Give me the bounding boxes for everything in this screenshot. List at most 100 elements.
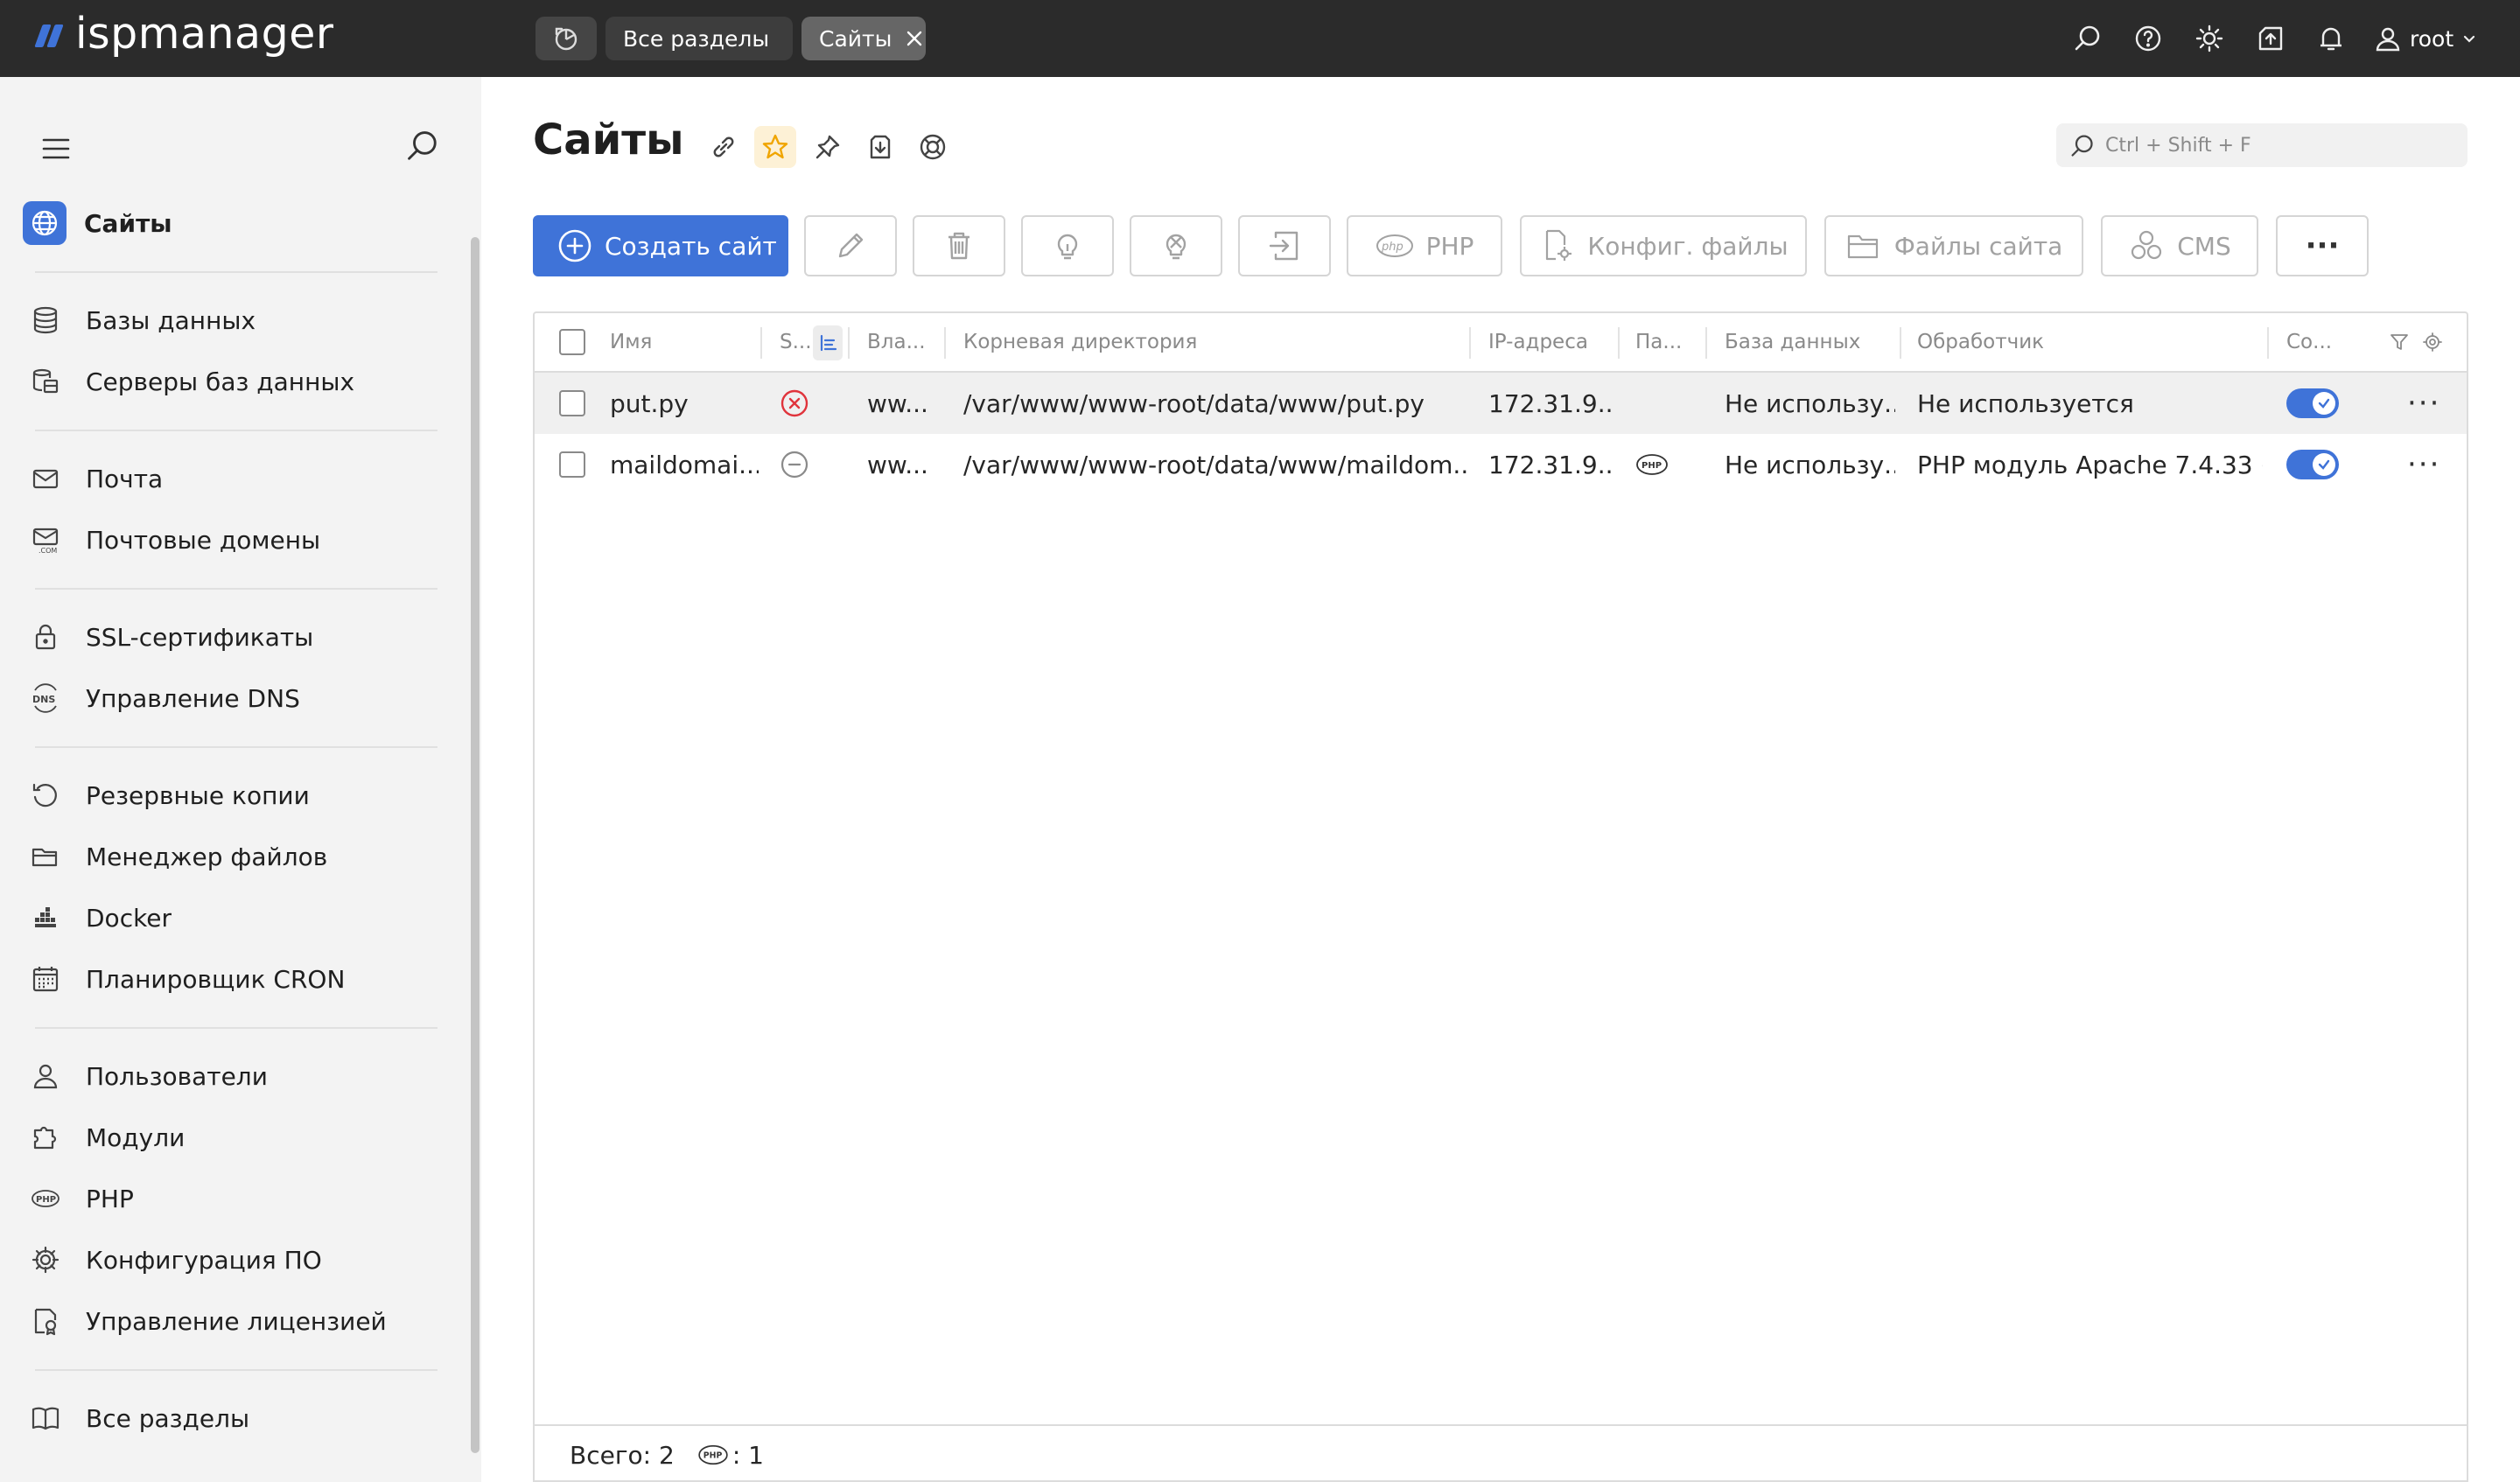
column-header-owner[interactable]: Вла... <box>867 313 926 371</box>
theme-button[interactable] <box>2190 19 2229 58</box>
sidebar-item-modules[interactable]: Модули <box>32 1111 443 1164</box>
close-icon[interactable] <box>906 30 923 47</box>
sidebar-item-users[interactable]: Пользователи <box>32 1050 443 1102</box>
sort-button[interactable] <box>813 325 843 360</box>
column-resizer[interactable] <box>944 327 946 359</box>
site-files-button[interactable]: Файлы сайта <box>1824 215 2083 276</box>
column-header-params[interactable]: Па... <box>1635 313 1682 371</box>
svg-text:.COM: .COM <box>38 547 57 555</box>
select-all-checkbox[interactable] <box>559 313 585 371</box>
delete-button[interactable] <box>913 215 1005 276</box>
table-row[interactable]: maildomai... ww... /var/www/www-root/dat… <box>535 434 2467 495</box>
sidebar-item-php[interactable]: PHP PHP <box>32 1172 443 1225</box>
login-as-button[interactable] <box>1238 215 1331 276</box>
config-files-button[interactable]: Конфиг. файлы <box>1520 215 1807 276</box>
menu-toggle-button[interactable] <box>38 131 74 166</box>
php-settings-button[interactable]: php PHP <box>1347 215 1502 276</box>
table-settings-button[interactable] <box>2423 313 2442 371</box>
sidebar-item-software-config[interactable]: Конфигурация ПО <box>32 1234 443 1286</box>
trash-icon <box>942 228 976 263</box>
help-center-button[interactable] <box>912 126 954 168</box>
export-button[interactable] <box>859 126 901 168</box>
sidebar-item-ssl[interactable]: SSL-сертификаты <box>32 611 443 663</box>
enable-button[interactable] <box>1021 215 1114 276</box>
page-search-input[interactable]: Ctrl + Shift + F <box>2056 123 2468 167</box>
column-resizer[interactable] <box>1900 327 1901 359</box>
sidebar-item-mail-domains[interactable]: .COM Почтовые домены <box>32 514 443 566</box>
sidebar-item-label: Менеджер файлов <box>86 842 328 871</box>
sidebar-item-backups[interactable]: Резервные копии <box>32 769 443 821</box>
column-header-root-dir[interactable]: Корневая директория <box>963 313 1197 371</box>
sidebar-item-label: Модули <box>86 1122 186 1152</box>
sidebar-item-all-sections[interactable]: Все разделы <box>32 1392 443 1444</box>
more-actions-button[interactable]: ··· <box>2276 215 2369 276</box>
status-error-icon <box>780 373 809 434</box>
sidebar-item-label: PHP <box>86 1184 134 1213</box>
row-checkbox[interactable] <box>559 373 585 434</box>
sidebar-item-db-servers[interactable]: Серверы баз данных <box>32 355 443 408</box>
sidebar-item-cron[interactable]: Планировщик CRON <box>32 953 443 1005</box>
top-bar: ispmanager Все разделы Сайты root <box>0 0 2520 77</box>
cms-label: CMS <box>2177 231 2231 261</box>
sidebar-divider <box>35 271 438 273</box>
column-header-name[interactable]: Имя <box>610 313 652 371</box>
enabled-toggle[interactable] <box>2286 373 2339 434</box>
lightbulb-off-icon <box>1158 228 1194 263</box>
copy-link-button[interactable] <box>703 126 745 168</box>
column-resizer[interactable] <box>848 327 850 359</box>
row-actions-button[interactable]: ··· <box>2407 373 2440 434</box>
filter-button[interactable] <box>2390 313 2409 371</box>
sidebar-item-databases[interactable]: Базы данных <box>32 294 443 346</box>
user-name: root <box>2410 25 2454 52</box>
cms-button[interactable]: CMS <box>2101 215 2258 276</box>
sidebar-item-file-manager[interactable]: Менеджер файлов <box>32 830 443 883</box>
column-header-status[interactable]: S... <box>780 313 812 371</box>
disable-button[interactable] <box>1130 215 1222 276</box>
sidebar-scrollbar[interactable] <box>471 237 480 1453</box>
table-row[interactable]: put.py ww... /var/www/www-root/data/www/… <box>535 373 2467 434</box>
dns-icon: DNS <box>23 675 68 721</box>
sidebar-item-label: Базы данных <box>86 305 256 335</box>
logo[interactable]: ispmanager <box>33 9 333 59</box>
help-button[interactable] <box>2129 19 2167 58</box>
column-header-handler[interactable]: Обработчик <box>1917 313 2044 371</box>
pin-button[interactable] <box>807 126 849 168</box>
edit-button[interactable] <box>804 215 897 276</box>
column-header-enabled[interactable]: Со... <box>2286 313 2332 371</box>
favorite-button[interactable] <box>754 126 796 168</box>
user-menu[interactable]: root <box>2375 19 2476 58</box>
column-resizer[interactable] <box>1469 327 1471 359</box>
tab-all-sections[interactable]: Все разделы <box>606 17 793 60</box>
history-button[interactable] <box>536 17 597 60</box>
row-checkbox[interactable] <box>559 434 585 495</box>
folder-icon <box>1845 227 1882 264</box>
column-resizer[interactable] <box>2267 327 2269 359</box>
svg-text:DNS: DNS <box>32 694 55 705</box>
enabled-toggle[interactable] <box>2286 434 2339 495</box>
site-files-label: Файлы сайта <box>1894 231 2063 261</box>
column-resizer[interactable] <box>760 327 762 359</box>
column-header-database[interactable]: База данных <box>1725 313 1860 371</box>
tab-label: Сайты <box>819 25 892 52</box>
cell-handler: Не используется <box>1917 388 2134 418</box>
column-header-ip[interactable]: IP-адреса <box>1488 313 1588 371</box>
row-actions-button[interactable]: ··· <box>2407 434 2440 495</box>
tab-sites[interactable]: Сайты <box>802 17 926 60</box>
sidebar-item-license[interactable]: Управление лицензией <box>32 1295 443 1347</box>
notifications-button[interactable] <box>2312 19 2350 58</box>
sidebar-item-label: Управление лицензией <box>86 1306 387 1336</box>
column-resizer[interactable] <box>1618 327 1620 359</box>
sidebar-item-dns[interactable]: DNS Управление DNS <box>32 672 443 724</box>
column-resizer[interactable] <box>1705 327 1707 359</box>
sidebar-item-mail[interactable]: Почта <box>32 452 443 505</box>
sidebar-item-docker[interactable]: Docker <box>32 891 443 944</box>
php-icon: PHP <box>697 1443 729 1467</box>
update-button[interactable] <box>2251 19 2290 58</box>
sidebar-item-sites[interactable]: Сайты <box>23 197 443 249</box>
update-icon <box>2257 24 2285 52</box>
php-icon: PHP <box>23 1176 68 1221</box>
global-search-button[interactable] <box>2068 19 2107 58</box>
lightbulb-icon <box>1050 228 1085 263</box>
sidebar-search-button[interactable] <box>406 129 439 163</box>
create-site-button[interactable]: Создать сайт <box>533 215 788 276</box>
